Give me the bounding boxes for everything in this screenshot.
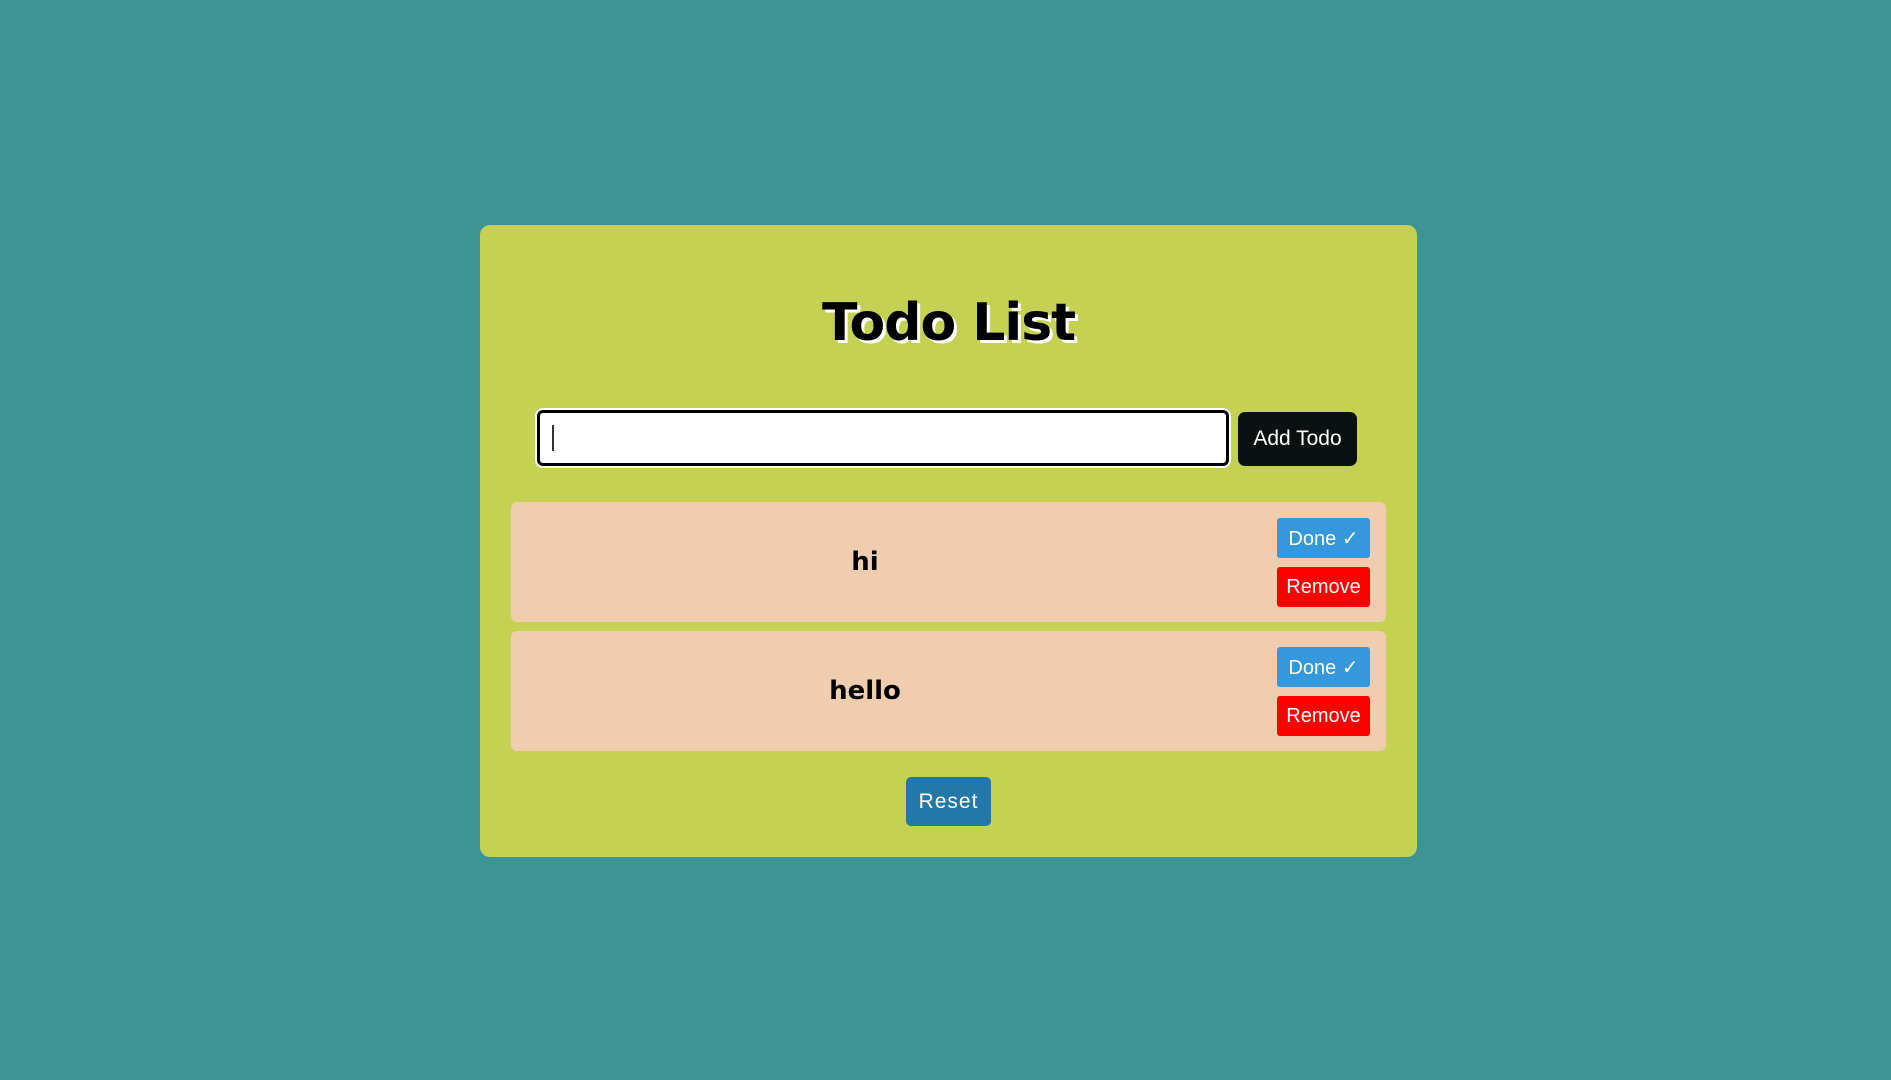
todo-item-text: hi bbox=[851, 547, 879, 577]
done-button[interactable]: Done ✓ bbox=[1277, 518, 1370, 558]
text-caret bbox=[552, 425, 554, 451]
todo-card: Todo List Add Todo hi Done ✓ Remove hell… bbox=[480, 225, 1417, 857]
todo-item: hello Done ✓ Remove bbox=[511, 631, 1386, 751]
todo-item-text: hello bbox=[829, 676, 901, 706]
todo-item: hi Done ✓ Remove bbox=[511, 502, 1386, 622]
todo-input-field[interactable] bbox=[537, 410, 1229, 466]
remove-button[interactable]: Remove bbox=[1277, 696, 1370, 736]
add-todo-button[interactable]: Add Todo bbox=[1238, 412, 1357, 466]
done-button[interactable]: Done ✓ bbox=[1277, 647, 1370, 687]
todo-input[interactable] bbox=[540, 413, 1226, 463]
remove-button[interactable]: Remove bbox=[1277, 567, 1370, 607]
page-title: Todo List bbox=[821, 293, 1076, 353]
reset-button[interactable]: Reset bbox=[906, 777, 991, 826]
